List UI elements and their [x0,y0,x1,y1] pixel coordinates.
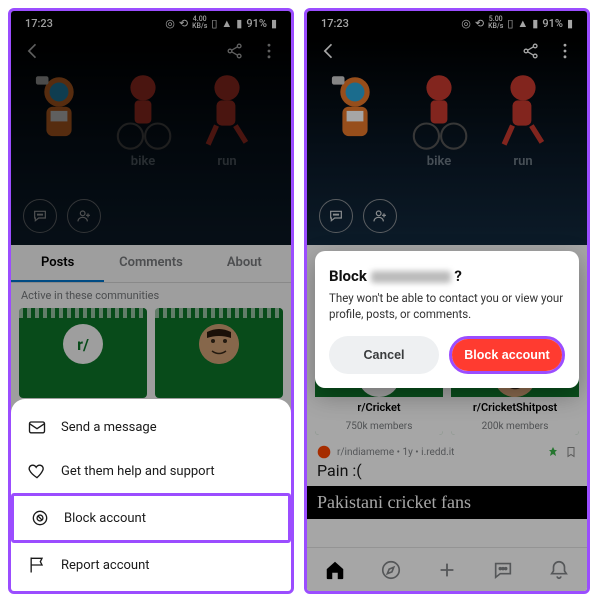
modal-buttons: Cancel Block account [329,336,565,374]
sheet-report-account[interactable]: Report account [11,543,291,587]
block-button-highlight: Block account [449,336,565,374]
sheet-send-label: Send a message [61,420,157,435]
bottom-sheet: Send a message Get them help and support… [11,399,291,591]
phone-left: 17:23 ◎ ⟲ 4.00KB/s ▯ ▲ ▮ 91% ▮ [8,8,294,594]
block-icon [30,508,50,528]
sheet-block-label: Block account [64,511,146,526]
phone-right: 17:23 ◎ ⟲ 5.00KB/s ▯ ▲ ▮ 91% ▮ [304,8,590,594]
block-account-button[interactable]: Block account [452,339,562,371]
envelope-icon [27,417,47,437]
sheet-help-label: Get them help and support [61,464,215,479]
block-modal: Block ? They won't be able to contact yo… [315,251,579,388]
flag-icon [27,555,47,575]
bottom-sheet-scrim[interactable]: Send a message Get them help and support… [11,11,291,591]
sheet-block-account[interactable]: Block account [11,493,291,543]
modal-title: Block ? [329,267,565,285]
cancel-button[interactable]: Cancel [329,336,439,374]
modal-body: They won't be able to contact you or vie… [329,291,565,322]
redacted-username [371,271,451,283]
sheet-get-help[interactable]: Get them help and support [11,449,291,493]
modal-scrim[interactable]: Block ? They won't be able to contact yo… [307,11,587,591]
sheet-report-label: Report account [61,558,150,573]
sheet-send-message[interactable]: Send a message [11,405,291,449]
heart-icon [27,461,47,481]
